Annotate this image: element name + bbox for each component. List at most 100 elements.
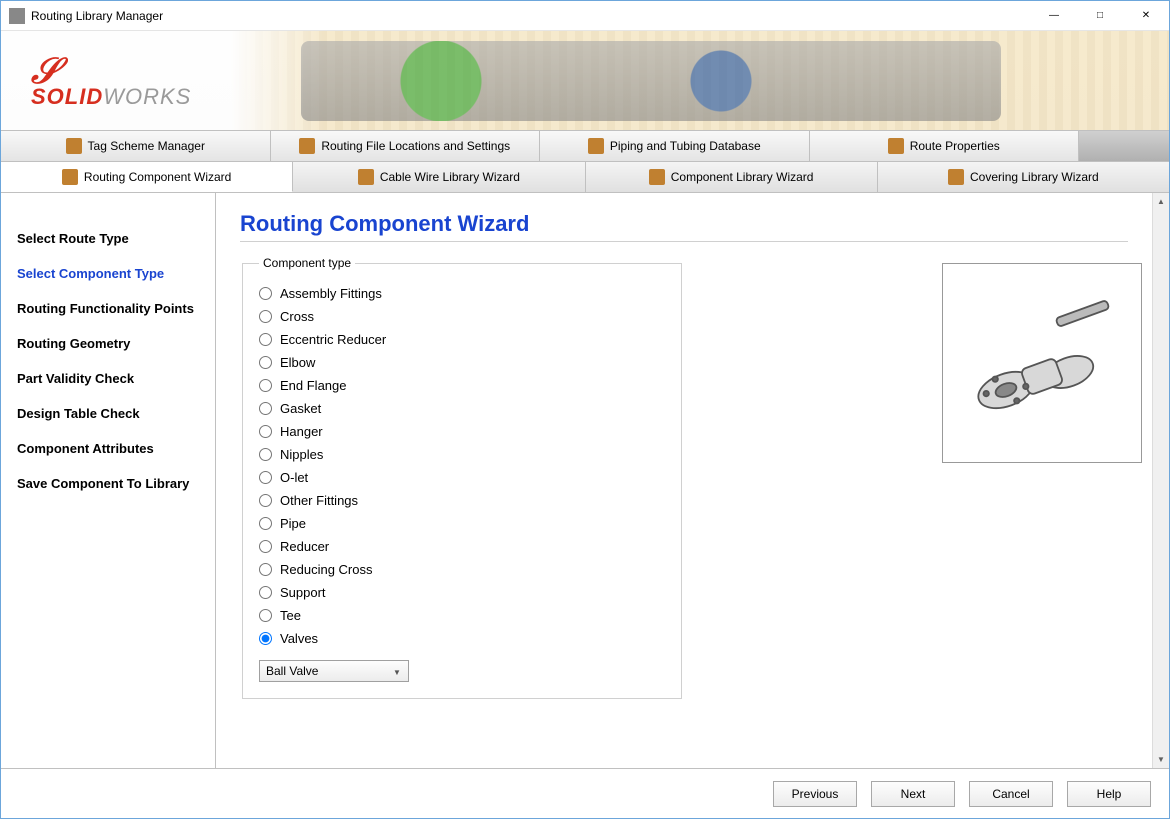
step-design-table-check[interactable]: Design Table Check [1,396,215,431]
tabrow-filler [1079,131,1169,161]
step-select-component-type[interactable]: Select Component Type [1,256,215,291]
tabrow-lower: Routing Component Wizard Cable Wire Libr… [1,162,1169,193]
component-icon [649,169,665,185]
step-label: Select Route Type [17,231,129,246]
step-save-component-to-library[interactable]: Save Component To Library [1,466,215,501]
valve-subtype-dropdown[interactable]: Ball Valve ▼ [259,660,409,682]
radio-option[interactable]: Reducer [259,535,665,558]
tab-cable-wire-library-wizard[interactable]: Cable Wire Library Wizard [293,162,585,192]
maximize-button[interactable]: □ [1077,1,1123,31]
radio-input[interactable] [259,609,272,622]
tab-component-library-wizard[interactable]: Component Library Wizard [586,162,878,192]
component-type-group: Component type Assembly Fittings Cross Ecc… [242,256,682,699]
radio-input[interactable] [259,563,272,576]
step-label: Select Component Type [17,266,164,281]
radio-option[interactable]: End Flange [259,374,665,397]
app-icon [9,8,25,24]
close-button[interactable]: ✕ [1123,1,1169,31]
step-part-validity-check[interactable]: Part Validity Check [1,361,215,396]
radio-option[interactable]: Cross [259,305,665,328]
banner: 𝒮 SOLIDWORKS [1,31,1169,131]
settings-icon [299,138,315,154]
step-routing-geometry[interactable]: Routing Geometry [1,326,215,361]
cable-icon [358,169,374,185]
radio-option[interactable]: Assembly Fittings [259,282,665,305]
radio-option[interactable]: Support [259,581,665,604]
radio-option[interactable]: Other Fittings [259,489,665,512]
radio-input[interactable] [259,471,272,484]
radio-label: Support [280,585,326,600]
banner-art-2 [301,41,1001,121]
scrollbar-vertical[interactable]: ▲ ▼ [1152,193,1169,768]
tab-routing-component-wizard[interactable]: Routing Component Wizard [1,162,293,192]
step-label: Component Attributes [17,441,154,456]
radio-input[interactable] [259,402,272,415]
radio-input[interactable] [259,356,272,369]
radio-label: Reducer [280,539,329,554]
previous-button[interactable]: Previous [773,781,857,807]
radio-input[interactable] [259,310,272,323]
radio-input[interactable] [259,632,272,645]
titlebar: Routing Library Manager — □ ✕ [1,1,1169,31]
wizard-icon [62,169,78,185]
radio-label: Nipples [280,447,323,462]
radio-option[interactable]: O-let [259,466,665,489]
tab-piping-tubing-database[interactable]: Piping and Tubing Database [540,131,810,161]
step-routing-functionality-points[interactable]: Routing Functionality Points [1,291,215,326]
radio-input[interactable] [259,448,272,461]
cancel-button[interactable]: Cancel [969,781,1053,807]
radio-input[interactable] [259,333,272,346]
minimize-button[interactable]: — [1031,1,1077,31]
valve-preview-icon [952,273,1132,453]
radio-option[interactable]: Elbow [259,351,665,374]
radio-option[interactable]: Pipe [259,512,665,535]
radio-input[interactable] [259,379,272,392]
radio-input[interactable] [259,425,272,438]
tab-route-properties[interactable]: Route Properties [810,131,1080,161]
step-label: Part Validity Check [17,371,134,386]
radio-option[interactable]: Valves [259,627,665,650]
radio-input[interactable] [259,517,272,530]
radio-option[interactable]: Nipples [259,443,665,466]
group-label: Component type [259,256,355,270]
tabrow-upper: Tag Scheme Manager Routing File Location… [1,131,1169,162]
radio-label: Pipe [280,516,306,531]
scroll-up-icon[interactable]: ▲ [1153,193,1169,210]
step-label: Design Table Check [17,406,140,421]
radio-option[interactable]: Hanger [259,420,665,443]
properties-icon [888,138,904,154]
radio-option[interactable]: Gasket [259,397,665,420]
tab-label: Route Properties [910,139,1000,153]
step-component-attributes[interactable]: Component Attributes [1,431,215,466]
tab-routing-file-locations[interactable]: Routing File Locations and Settings [271,131,541,161]
radio-label: Elbow [280,355,315,370]
window-title: Routing Library Manager [31,9,1031,23]
radio-label: Cross [280,309,314,324]
radio-input[interactable] [259,494,272,507]
radio-input[interactable] [259,586,272,599]
radio-label: Valves [280,631,318,646]
radio-option[interactable]: Eccentric Reducer [259,328,665,351]
radio-input[interactable] [259,540,272,553]
tab-label: Cable Wire Library Wizard [380,170,520,184]
tab-covering-library-wizard[interactable]: Covering Library Wizard [878,162,1169,192]
logo-brand: SOLID [31,84,103,109]
radio-label: Gasket [280,401,321,416]
step-select-route-type[interactable]: Select Route Type [1,221,215,256]
radio-input[interactable] [259,287,272,300]
radio-option[interactable]: Reducing Cross [259,558,665,581]
tab-label: Routing Component Wizard [84,170,231,184]
next-button[interactable]: Next [871,781,955,807]
radio-option[interactable]: Tee [259,604,665,627]
solidworks-logo: 𝒮 SOLIDWORKS [31,52,191,110]
dropdown-value: Ball Valve [266,664,318,678]
radio-label: Hanger [280,424,323,439]
step-label: Routing Functionality Points [17,301,194,316]
tab-label: Tag Scheme Manager [88,139,205,153]
scroll-down-icon[interactable]: ▼ [1153,751,1169,768]
tab-tag-scheme-manager[interactable]: Tag Scheme Manager [1,131,271,161]
radio-label: Assembly Fittings [280,286,382,301]
radio-label: O-let [280,470,308,485]
tab-label: Component Library Wizard [671,170,814,184]
help-button[interactable]: Help [1067,781,1151,807]
